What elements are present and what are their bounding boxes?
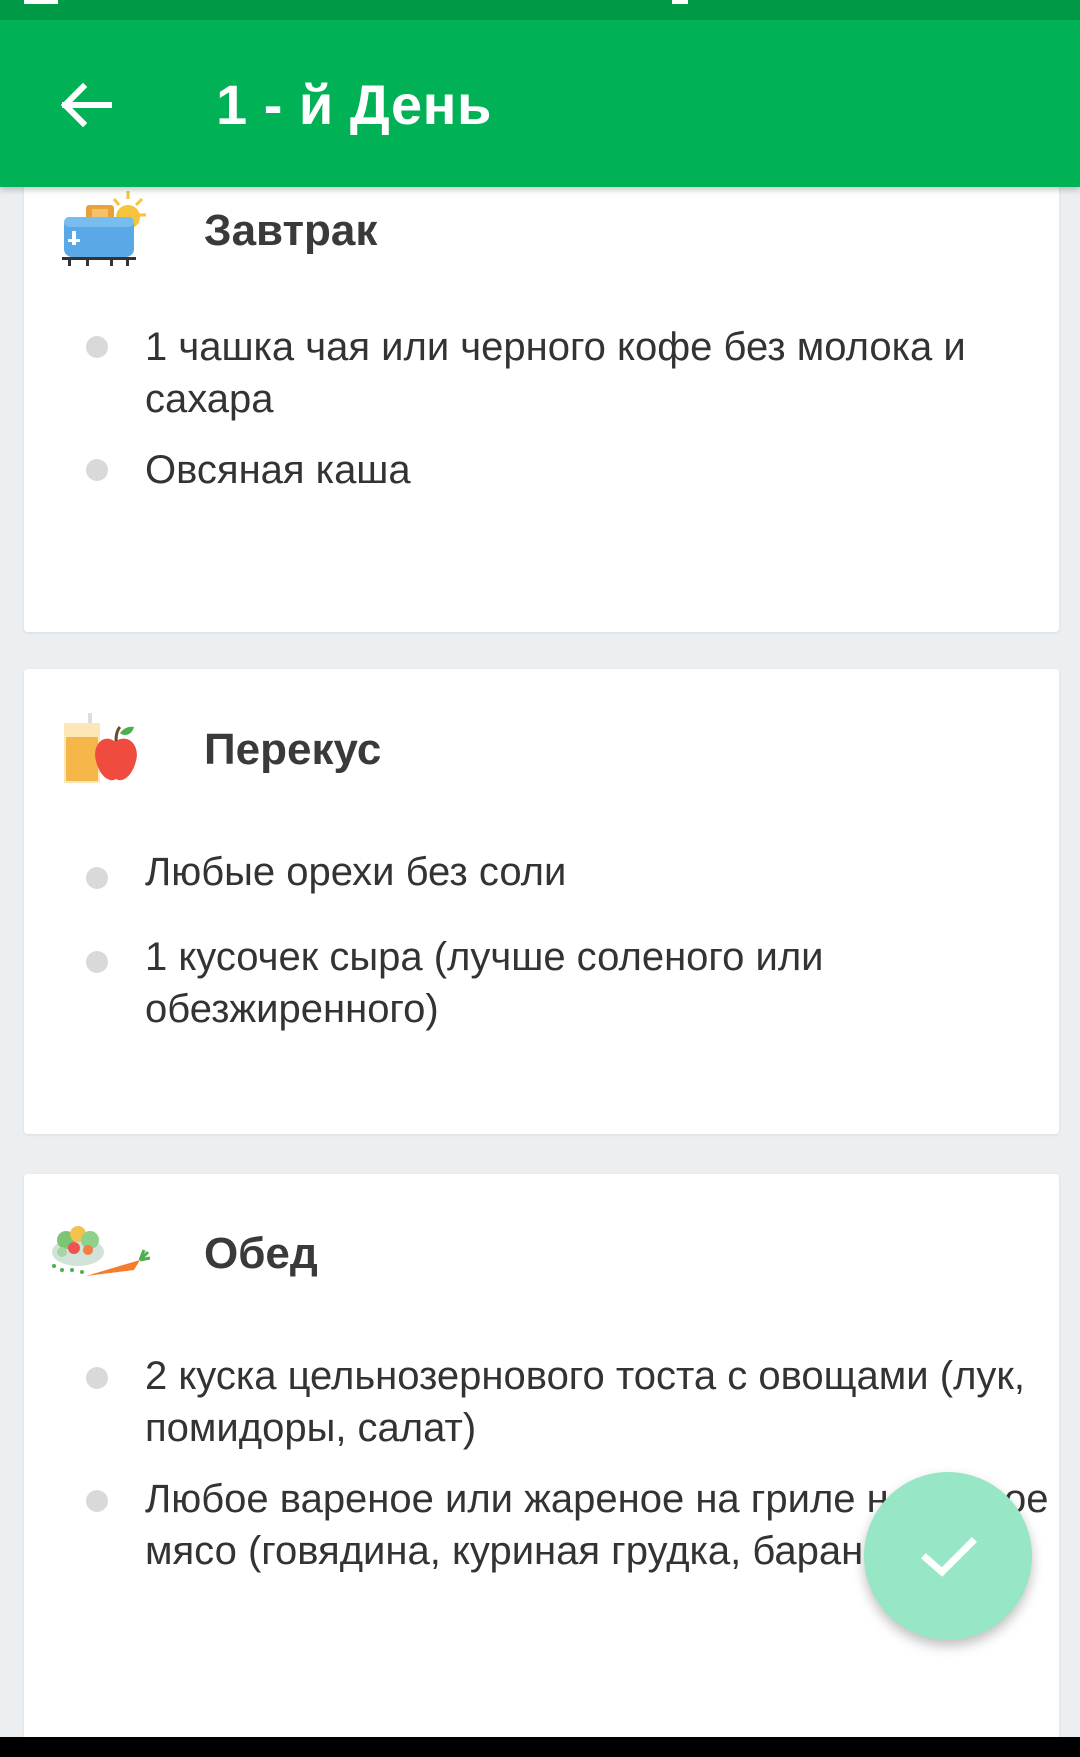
list-bullet [86,1367,108,1389]
meal-item: 2 куска цельнозернового тоста с овощами … [145,1354,1026,1450]
toaster-icon [58,187,148,277]
meal-card-lunch: Обед 2 куска цельнозернового тоста с ово… [24,1174,1059,1737]
meal-title: Завтрак [204,206,378,255]
list-bullet [86,1490,108,1512]
page-title: 1 - й День [216,73,492,136]
check-icon [921,1537,977,1577]
list-bullet [86,951,108,973]
arrow-back-icon [60,82,112,128]
status-bar [0,0,1080,20]
meal-item: Любые орехи без соли [145,850,567,894]
status-indicator [672,0,688,4]
salad-carrot-icon [44,1218,154,1308]
list-bullet [86,336,108,358]
juice-apple-icon [58,709,148,799]
meal-item: Овсяная каша [145,448,411,492]
list-bullet [86,867,108,889]
app-bar: 1 - й День [0,20,1080,187]
meal-title: Перекус [204,725,382,774]
meal-card-snack: Перекус Любые орехи без соли 1 кусочек с… [24,669,1059,1134]
list-bullet [86,459,108,481]
navigation-bar [0,1737,1080,1757]
meal-card-breakfast: Завтрак 1 чашка чая или черного кофе без… [24,187,1059,632]
meal-item: 1 кусочек сыра (лучше соленого или обезж… [145,935,824,1031]
meal-item: 1 чашка чая или черного кофе без молока … [145,325,966,421]
meal-title: Обед [204,1229,318,1278]
back-button[interactable] [40,65,130,145]
done-button[interactable] [864,1472,1032,1640]
status-indicator [24,0,58,4]
